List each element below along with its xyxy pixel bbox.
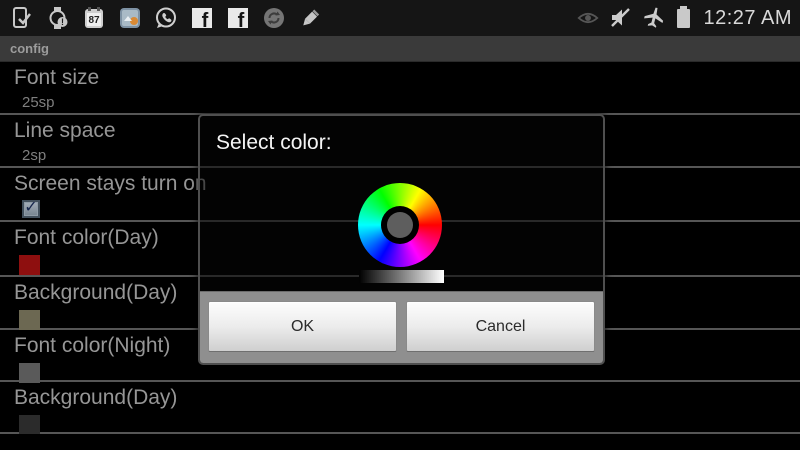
svg-text:f: f: [202, 10, 209, 30]
select-color-dialog: Select color: OK Cancel: [198, 114, 605, 365]
page-title: config: [0, 41, 49, 56]
svg-text:f: f: [238, 10, 245, 30]
settings-row-background-day-2[interactable]: Background(Day): [0, 382, 800, 434]
color-swatch[interactable]: [19, 310, 40, 330]
gallery-app-icon: [118, 6, 142, 30]
checkbox[interactable]: ✓: [22, 200, 40, 218]
title-bar: config: [0, 36, 800, 62]
status-time: 12:27 AM: [703, 7, 792, 30]
eye-icon: [576, 6, 600, 30]
settings-row-font-size[interactable]: Font size 25sp: [0, 62, 800, 115]
whatsapp-icon: [154, 6, 178, 30]
screen: ! 87 f f: [0, 0, 800, 450]
color-swatch[interactable]: [19, 255, 40, 275]
pencil-icon: [298, 6, 322, 30]
row-label: Background(Day): [14, 385, 800, 411]
battery-icon: [677, 9, 690, 28]
color-wheel[interactable]: [358, 183, 442, 267]
mute-icon: [609, 6, 633, 30]
notification-icons: ! 87 f f: [6, 6, 322, 30]
color-swatch[interactable]: [19, 363, 40, 383]
bottom-strip: [0, 434, 800, 450]
status-bar: ! 87 f f: [0, 0, 800, 36]
color-swatch[interactable]: [19, 415, 40, 435]
ok-button[interactable]: OK: [208, 301, 397, 352]
check-icon: ✓: [24, 200, 37, 216]
cancel-button[interactable]: Cancel: [406, 301, 595, 352]
watch-alert-icon: !: [46, 6, 70, 30]
calendar-87-icon: 87: [82, 6, 106, 30]
row-value: 25sp: [22, 94, 800, 111]
facebook-icon: f: [190, 6, 214, 30]
current-color-button[interactable]: [387, 212, 413, 238]
system-status-icons: 12:27 AM: [576, 6, 794, 30]
facebook-icon-2: f: [226, 6, 250, 30]
tablet-check-icon: [10, 6, 34, 30]
calendar-badge: 87: [88, 15, 100, 26]
dialog-title: Select color:: [200, 116, 603, 155]
brightness-slider[interactable]: [359, 270, 444, 283]
sync-icon: [262, 6, 286, 30]
dialog-button-bar: OK Cancel: [200, 291, 603, 363]
svg-text:!: !: [61, 17, 64, 27]
airplane-icon: [642, 6, 666, 30]
row-label: Font size: [14, 65, 800, 91]
